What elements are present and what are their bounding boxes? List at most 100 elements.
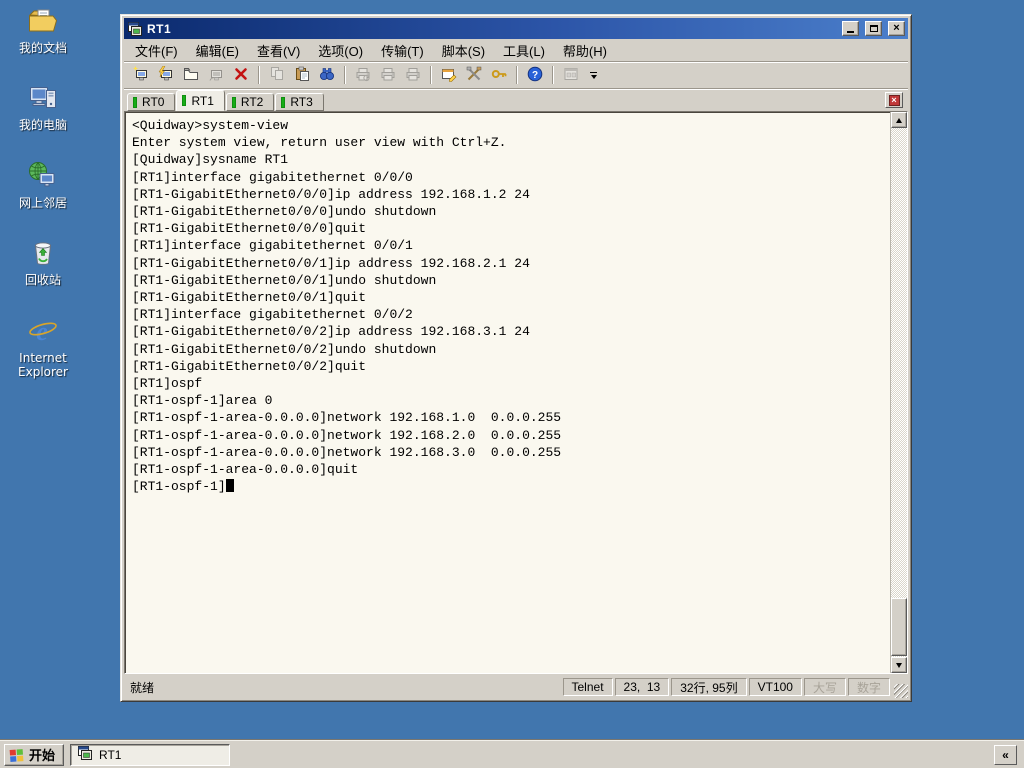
terminal-line: [RT1-GigabitEthernet0/0/1]undo shutdown <box>132 272 437 288</box>
paste-icon <box>294 66 310 85</box>
global-options-button[interactable] <box>462 64 486 87</box>
terminal-scrollbar[interactable] <box>890 112 907 673</box>
status-cursor-position: 23, 13 <box>614 678 670 696</box>
desktop-icon-label: 我的文档 <box>18 41 67 55</box>
session-options-button[interactable] <box>437 64 461 87</box>
connect-in-tab-icon <box>183 66 199 85</box>
close-session-button[interactable]: × <box>885 92 903 108</box>
status-terminal-size: 32行, 95列 <box>671 678 747 696</box>
my-computer-icon <box>27 82 59 114</box>
disconnect-icon <box>233 66 249 85</box>
toolbar-separator <box>258 66 260 84</box>
terminal-line: [RT1-GigabitEthernet0/0/0]quit <box>132 221 367 237</box>
help-button[interactable]: ? <box>523 64 547 87</box>
menu-transfer[interactable]: 传输(T) <box>373 39 432 62</box>
tab-rt0[interactable]: RT0 <box>127 93 176 111</box>
menu-options[interactable]: 选项(O) <box>310 39 371 62</box>
terminal-app-icon <box>77 745 93 764</box>
window-resize-grip[interactable] <box>894 684 908 698</box>
maximize-icon <box>869 25 878 32</box>
print-icon <box>405 66 421 85</box>
menu-tools[interactable]: 工具(L) <box>495 39 553 62</box>
status-message: 就绪 <box>130 680 155 695</box>
terminal-cursor <box>225 479 234 493</box>
desktop-icon-label: 回收站 <box>24 273 61 288</box>
tab-rt3[interactable]: RT3 <box>275 93 324 111</box>
quick-connect-icon <box>158 65 174 85</box>
tray-collapse-button[interactable]: « <box>994 744 1017 765</box>
global-options-icon <box>466 66 482 85</box>
scroll-down-button[interactable] <box>891 657 907 673</box>
desktop-icon-label: 我的电脑 <box>18 118 67 133</box>
tab-label: RT3 <box>290 95 313 109</box>
reconnect-icon <box>208 66 224 85</box>
connected-indicator-icon <box>182 95 187 106</box>
taskbar-task-rt1[interactable]: RT1 <box>70 743 231 766</box>
scrollbar-thumb[interactable] <box>891 598 907 656</box>
terminal-line: [RT1-GigabitEthernet0/0/0]undo shutdown <box>132 204 437 220</box>
menu-file[interactable]: 文件(F) <box>127 39 186 62</box>
menu-script[interactable]: 脚本(S) <box>434 39 493 62</box>
task-button-area: RT1 <box>70 743 988 766</box>
terminal-line: [RT1-GigabitEthernet0/0/2]undo shutdown <box>132 341 437 357</box>
start-button[interactable]: 开始 <box>4 743 65 766</box>
print-selection-icon <box>380 66 396 85</box>
keymap-icon <box>491 66 507 85</box>
quick-connect-button[interactable] <box>154 64 178 87</box>
terminal-line: [Quidway]sysname RT1 <box>132 152 289 168</box>
close-button[interactable]: × <box>888 21 905 36</box>
keymap-button[interactable] <box>487 64 511 87</box>
start-label: 开始 <box>29 749 56 764</box>
terminal-line: [RT1-ospf-1]area 0 <box>132 393 273 409</box>
desktop-icon-internet-explorer[interactable]: e Internet Explorer <box>6 315 80 380</box>
internet-explorer-icon: e <box>27 315 59 347</box>
paste-button[interactable] <box>290 64 314 87</box>
terminal-line: [RT1-ospf-1] <box>132 478 888 495</box>
desktop-icon-label: Internet Explorer <box>18 350 68 379</box>
disconnect-button[interactable] <box>229 64 253 87</box>
terminal-line: [RT1-ospf-1-area-0.0.0.0]network 192.168… <box>132 444 562 460</box>
toolbar-separator <box>516 66 518 84</box>
desktop-icon-my-computer[interactable]: 我的电脑 <box>6 82 80 132</box>
maximize-button[interactable] <box>865 21 882 36</box>
menu-edit[interactable]: 编辑(E) <box>188 39 247 62</box>
tab-rt2[interactable]: RT2 <box>225 93 275 111</box>
close-session-icon: × <box>888 94 900 106</box>
scroll-up-button[interactable] <box>891 112 907 128</box>
tab-rt1[interactable]: RT1 <box>176 90 225 111</box>
app-icon[interactable] <box>127 21 143 37</box>
find-button[interactable] <box>315 64 339 87</box>
menu-bar: 文件(F) 编辑(E) 查看(V) 选项(O) 传输(T) 脚本(S) 工具(L) 帮助(H) <box>124 39 908 61</box>
copy-icon <box>269 66 285 85</box>
window-titlebar[interactable]: RT1 × <box>124 18 908 39</box>
toolbar-overflow-button[interactable] <box>587 65 600 85</box>
menu-help[interactable]: 帮助(H) <box>555 39 615 62</box>
scrollbar-track[interactable] <box>891 128 907 657</box>
minimize-icon <box>847 31 854 33</box>
menu-view[interactable]: 查看(V) <box>249 39 308 62</box>
terminal-line: [RT1-ospf-1-area-0.0.0.0]quit <box>132 462 359 478</box>
terminal-line: [RT1-ospf-1-area-0.0.0.0]network 192.168… <box>132 427 562 443</box>
terminal-line: Enter system view, return user view with… <box>132 135 507 151</box>
chevron-left-icon: « <box>1002 747 1009 762</box>
desktop-icon-network-places[interactable]: 网上邻居 <box>6 160 80 210</box>
network-places-icon <box>27 160 59 192</box>
print-button <box>401 64 425 87</box>
recycle-bin-icon <box>27 237 59 269</box>
session-manager-button <box>559 64 583 87</box>
connect-button[interactable] <box>129 64 153 87</box>
tab-label: RT0 <box>142 95 165 109</box>
arrow-down-icon <box>896 662 902 668</box>
print-preview-icon <box>355 66 371 85</box>
desktop-icon-my-documents[interactable]: 我的文档 <box>6 5 80 55</box>
status-protocol: Telnet <box>562 678 613 696</box>
terminal-line: <Quidway>system-view <box>132 118 289 133</box>
terminal-screen[interactable]: <Quidway>system-view Enter system view, r… <box>125 112 890 673</box>
terminal-line: [RT1]interface gigabitethernet 0/0/2 <box>132 307 413 323</box>
print-selection-button <box>376 64 400 87</box>
connect-in-tab-button[interactable] <box>179 64 203 87</box>
desktop-icon-recycle-bin[interactable]: 回收站 <box>6 237 80 287</box>
terminal-line: [RT1-GigabitEthernet0/0/2]ip address 192… <box>132 324 530 340</box>
toolbar-separator <box>344 66 346 84</box>
minimize-button[interactable] <box>842 21 859 36</box>
